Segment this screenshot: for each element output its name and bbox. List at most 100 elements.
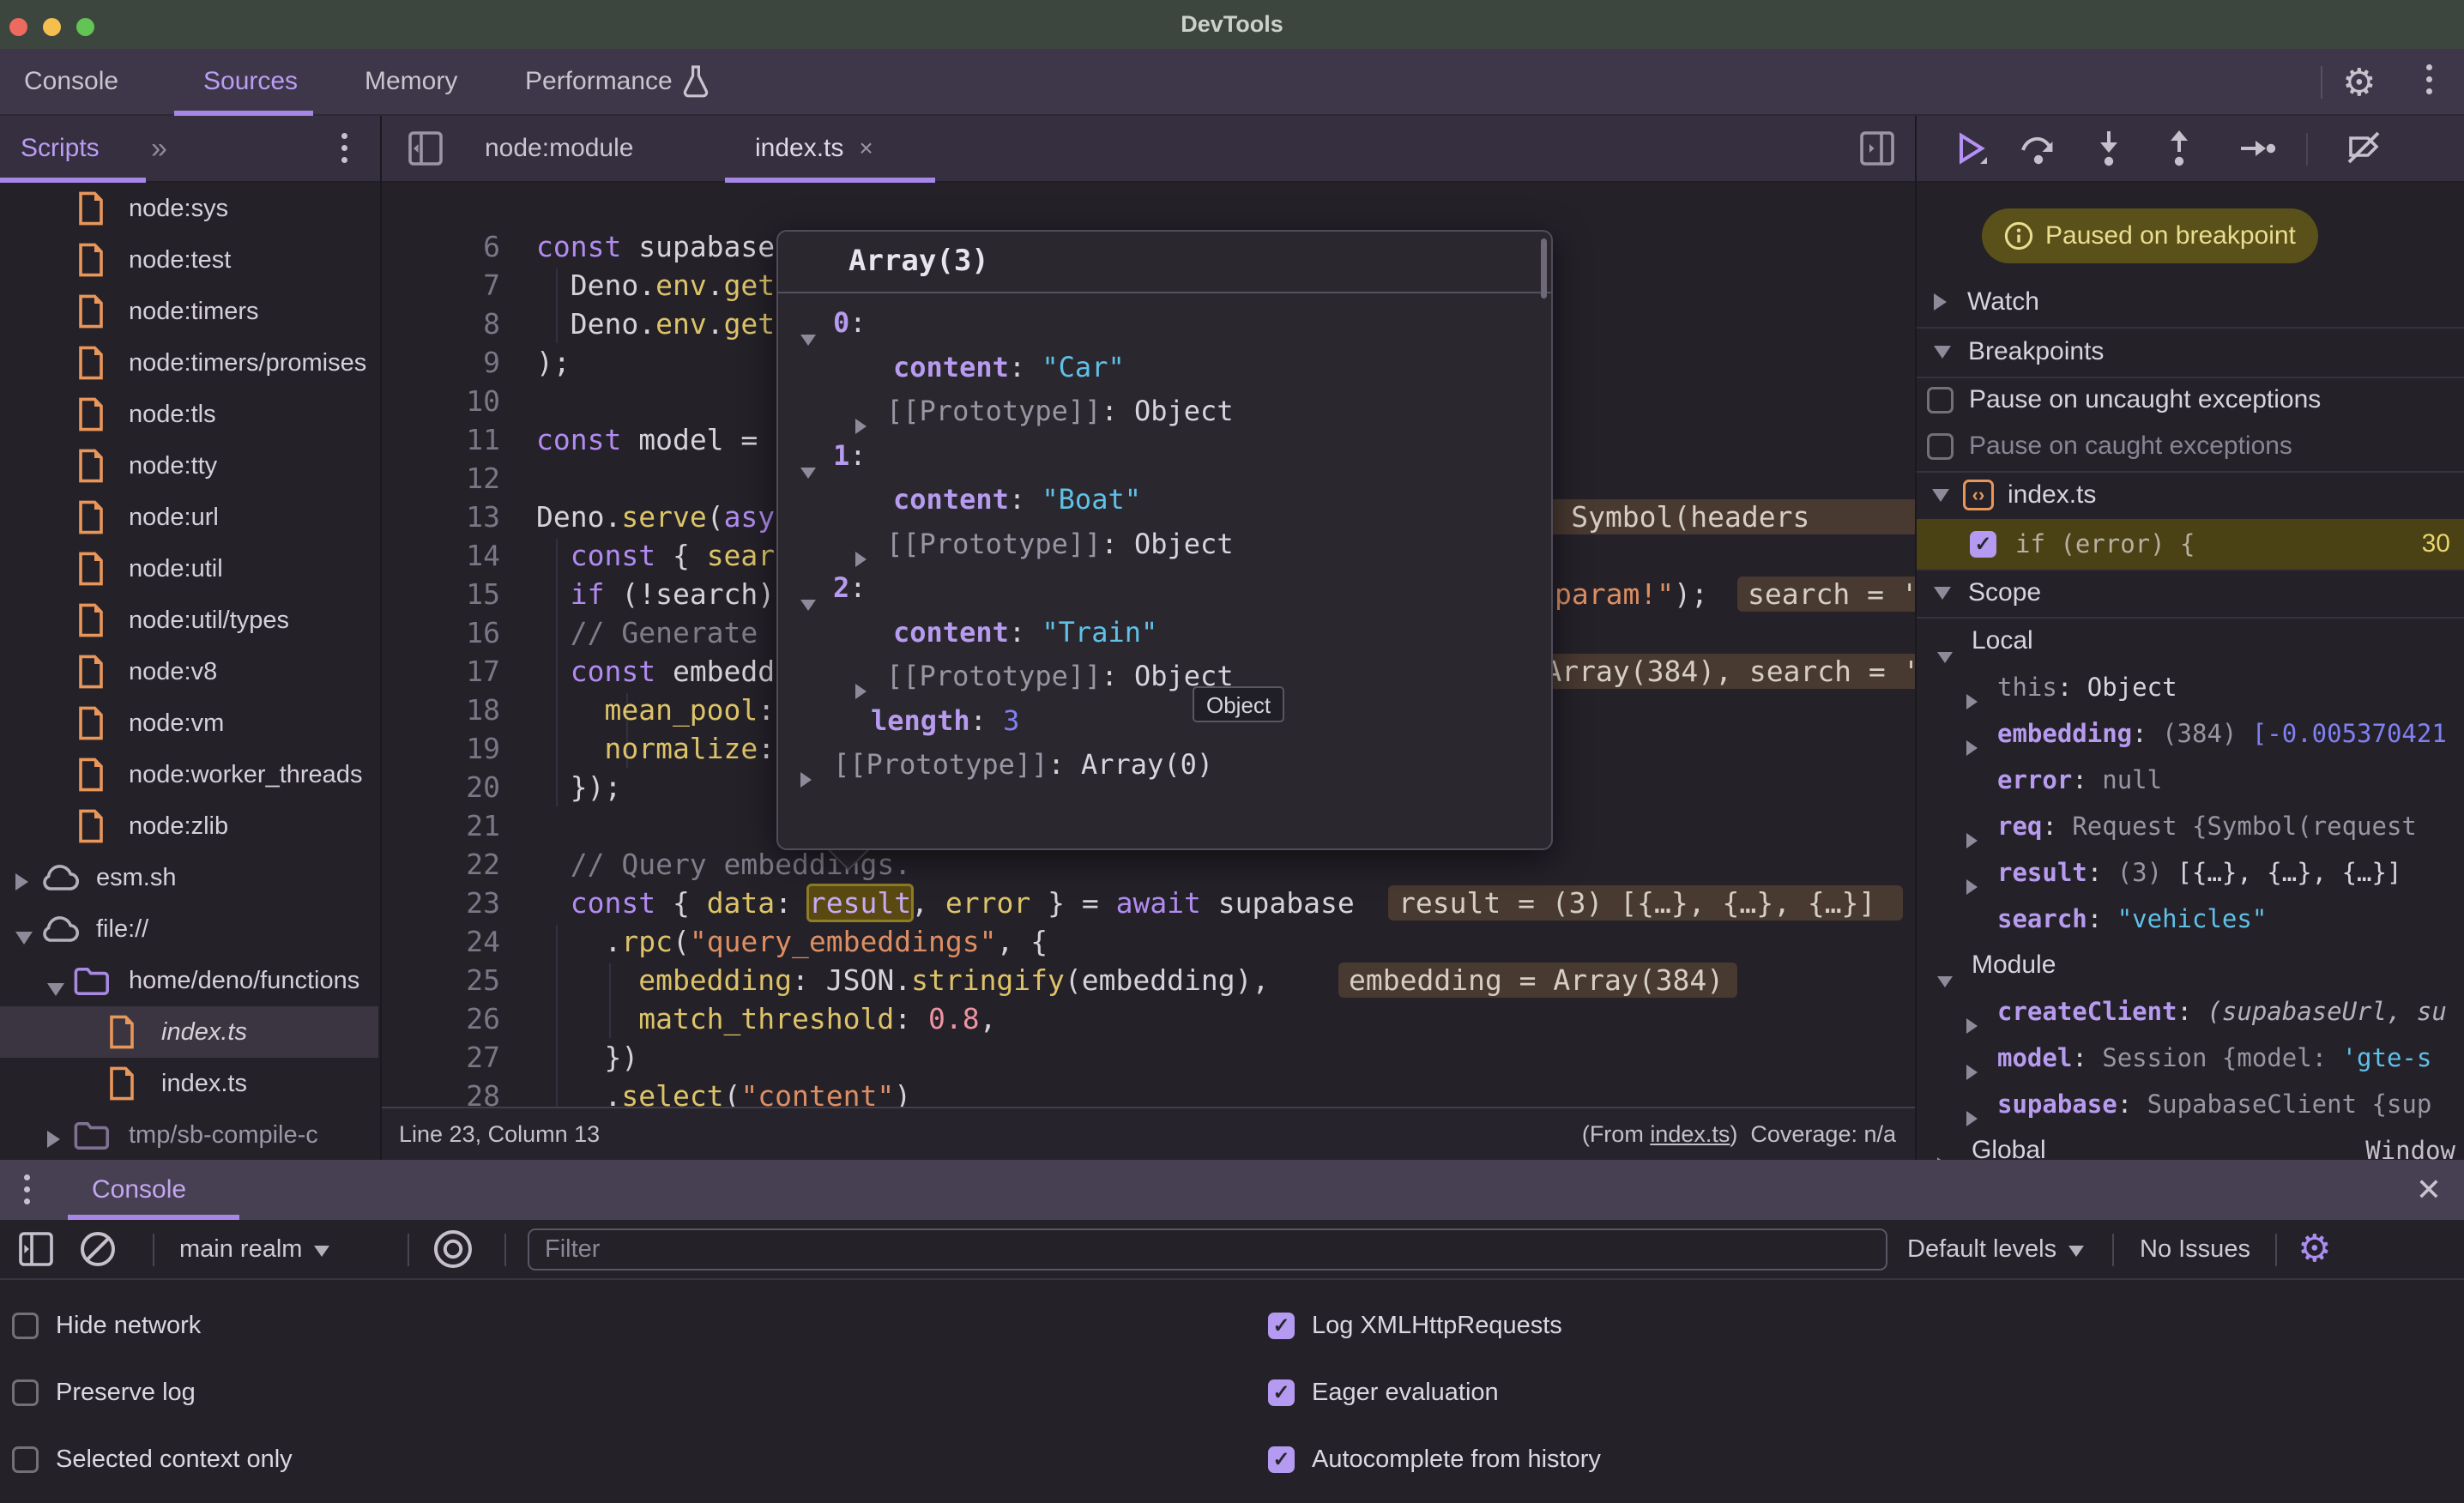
breakpoint-entry[interactable]: ✓if (error) {30	[1917, 519, 2464, 569]
editor-tab-node:module[interactable]: node:module	[485, 116, 633, 181]
scope-property[interactable]: error: null	[1917, 757, 2464, 803]
popup-scrollbar[interactable]	[1541, 238, 1547, 299]
context-selector[interactable]: main realm	[179, 1220, 329, 1278]
tree-item-node:timers/promises[interactable]: node:timers/promises	[0, 337, 378, 389]
console-settings-gear-icon[interactable]: ⚙	[2298, 1227, 2331, 1271]
resume-script-button[interactable]	[1946, 124, 1994, 172]
scope-property[interactable]: search: "vehicles"	[1917, 896, 2464, 942]
editor-tab-index.ts[interactable]: index.ts×	[755, 116, 873, 181]
console-setting-eager-evaluation[interactable]: ✓Eager evaluation	[1268, 1375, 1499, 1409]
checkbox-pause-on-uncaught-exceptions[interactable]: Pause on uncaught exceptions	[1917, 377, 2464, 423]
live-expression-eye-icon[interactable]	[429, 1225, 477, 1273]
tree-item-node:timers[interactable]: node:timers	[0, 286, 378, 337]
scope-property[interactable]: result: (3) [{…}, {…}, {…}]	[1917, 849, 2464, 896]
show-debugger-sidebar-icon[interactable]	[1853, 124, 1901, 172]
line-number[interactable]: 20	[380, 768, 500, 806]
source-map-link[interactable]: index.ts	[1650, 1121, 1730, 1147]
tab-scripts[interactable]: Scripts	[21, 116, 100, 181]
settings-gear-icon[interactable]: ⚙	[2342, 61, 2376, 105]
tab-memory[interactable]: Memory	[365, 49, 457, 114]
popup-property-row[interactable]: content: "Car"	[778, 345, 1551, 389]
line-number[interactable]: 8	[380, 305, 500, 343]
popup-property-row[interactable]: 0:	[778, 300, 1551, 345]
code-line-9[interactable]: 9);	[380, 343, 571, 382]
tree-item-node:v8[interactable]: node:v8	[0, 646, 378, 697]
line-number[interactable]: 25	[380, 961, 500, 999]
line-number[interactable]: 7	[380, 266, 500, 305]
breakpoint-file-group[interactable]: ‹›index.ts	[1917, 471, 2464, 519]
console-sidebar-icon[interactable]	[12, 1225, 60, 1273]
code-line-25[interactable]: 25 embedding: JSON.stringify(embedding),	[380, 961, 1269, 999]
code-line-15[interactable]: 15 if (!search)	[380, 575, 775, 613]
step-over-button[interactable]	[2014, 124, 2062, 172]
tree-item-node:zlib[interactable]: node:zlib	[0, 800, 378, 852]
popup-property-row[interactable]: [[Prototype]]: Object	[778, 389, 1551, 433]
code-line-28[interactable]: 28 .select("content")	[380, 1077, 911, 1107]
code-line-20[interactable]: 20 });	[380, 768, 621, 806]
line-number[interactable]: 22	[380, 845, 500, 884]
checkbox-pause-on-caught-exceptions[interactable]: Pause on caught exceptions	[1917, 423, 2464, 469]
code-line-6[interactable]: 6const supabase =	[380, 227, 826, 266]
deactivate-breakpoints-icon[interactable]	[2340, 124, 2389, 172]
tree-item-file://[interactable]: file://	[0, 903, 378, 955]
close-drawer-icon[interactable]: ✕	[2416, 1160, 2442, 1220]
code-line-21[interactable]: 21	[380, 806, 536, 845]
tree-item-node:util[interactable]: node:util	[0, 543, 378, 595]
step-button[interactable]	[2234, 124, 2282, 172]
console-setting-preserve-log[interactable]: Preserve log	[12, 1375, 196, 1409]
breakpoints-section-header[interactable]: Breakpoints	[1917, 327, 2464, 377]
step-out-button[interactable]	[2155, 124, 2203, 172]
line-number[interactable]: 9	[380, 343, 500, 382]
clear-console-icon[interactable]	[74, 1225, 122, 1273]
line-number[interactable]: 17	[380, 652, 500, 691]
tree-item-home/deno/functions[interactable]: home/deno/functions	[0, 955, 378, 1006]
tree-item-node:worker_threads[interactable]: node:worker_threads	[0, 749, 378, 800]
code-line-12[interactable]: 12	[380, 459, 536, 498]
scope-property[interactable]: model: Session {model: 'gte-s	[1917, 1035, 2464, 1081]
scope-property[interactable]: req: Request {Symbol(request	[1917, 803, 2464, 849]
tab-console[interactable]: Console	[24, 49, 118, 114]
tab-sources[interactable]: Sources	[203, 49, 298, 114]
code-line-10[interactable]: 10	[380, 382, 536, 420]
line-number[interactable]: 18	[380, 691, 500, 729]
scope-group-module[interactable]: Module	[1917, 942, 2464, 988]
console-setting-hide-network[interactable]: Hide network	[12, 1308, 201, 1343]
scope-group-local[interactable]: Local	[1917, 618, 2464, 664]
scope-property[interactable]: supabase: SupabaseClient {sup	[1917, 1081, 2464, 1127]
line-number[interactable]: 21	[380, 806, 500, 845]
log-levels-selector[interactable]: Default levels	[1907, 1220, 2084, 1278]
code-line-8[interactable]: 8 Deno.env.get(	[380, 305, 792, 343]
tree-item-node:vm[interactable]: node:vm	[0, 697, 378, 749]
line-number[interactable]: 16	[380, 613, 500, 652]
hide-navigator-icon[interactable]	[402, 124, 450, 172]
tree-item-node:sys[interactable]: node:sys	[0, 183, 378, 234]
line-number[interactable]: 28	[380, 1077, 500, 1107]
line-number[interactable]: 19	[380, 729, 500, 768]
console-setting-log-xmlhttprequests[interactable]: ✓Log XMLHttpRequests	[1268, 1308, 1562, 1343]
code-line-26[interactable]: 26 match_threshold: 0.8,	[380, 999, 996, 1038]
tree-item-node:tls[interactable]: node:tls	[0, 389, 378, 440]
close-tab-icon[interactable]: ×	[859, 135, 873, 161]
scope-property[interactable]: this: Object	[1917, 664, 2464, 710]
step-into-button[interactable]	[2085, 124, 2133, 172]
popup-property-row[interactable]: content: "Boat"	[778, 477, 1551, 522]
tree-item-index.ts[interactable]: index.ts	[0, 1006, 378, 1058]
popup-property-row[interactable]: [[Prototype]]: Object	[778, 522, 1551, 566]
code-line-7[interactable]: 7 Deno.env.get(	[380, 266, 792, 305]
code-line-27[interactable]: 27 })	[380, 1038, 638, 1077]
tree-item-node:test[interactable]: node:test	[0, 234, 378, 286]
line-number[interactable]: 26	[380, 999, 500, 1038]
line-number[interactable]: 13	[380, 498, 500, 536]
line-number[interactable]: 6	[380, 227, 500, 266]
popup-property-row[interactable]: [[Prototype]]: Object	[778, 654, 1551, 698]
line-number[interactable]: 14	[380, 536, 500, 575]
line-number[interactable]: 12	[380, 459, 500, 498]
console-setting-selected-context-only[interactable]: Selected context only	[12, 1442, 293, 1476]
tab-performance[interactable]: Performance	[525, 49, 673, 114]
line-number[interactable]: 23	[380, 884, 500, 922]
scope-property[interactable]: embedding: (384) [-0.005370421	[1917, 710, 2464, 757]
more-options-icon[interactable]	[2426, 64, 2432, 94]
scope-section-header[interactable]: Scope	[1917, 569, 2464, 617]
scope-group-global[interactable]: GlobalWindow	[1917, 1127, 2464, 1160]
scope-property[interactable]: createClient: (supabaseUrl, su	[1917, 988, 2464, 1035]
